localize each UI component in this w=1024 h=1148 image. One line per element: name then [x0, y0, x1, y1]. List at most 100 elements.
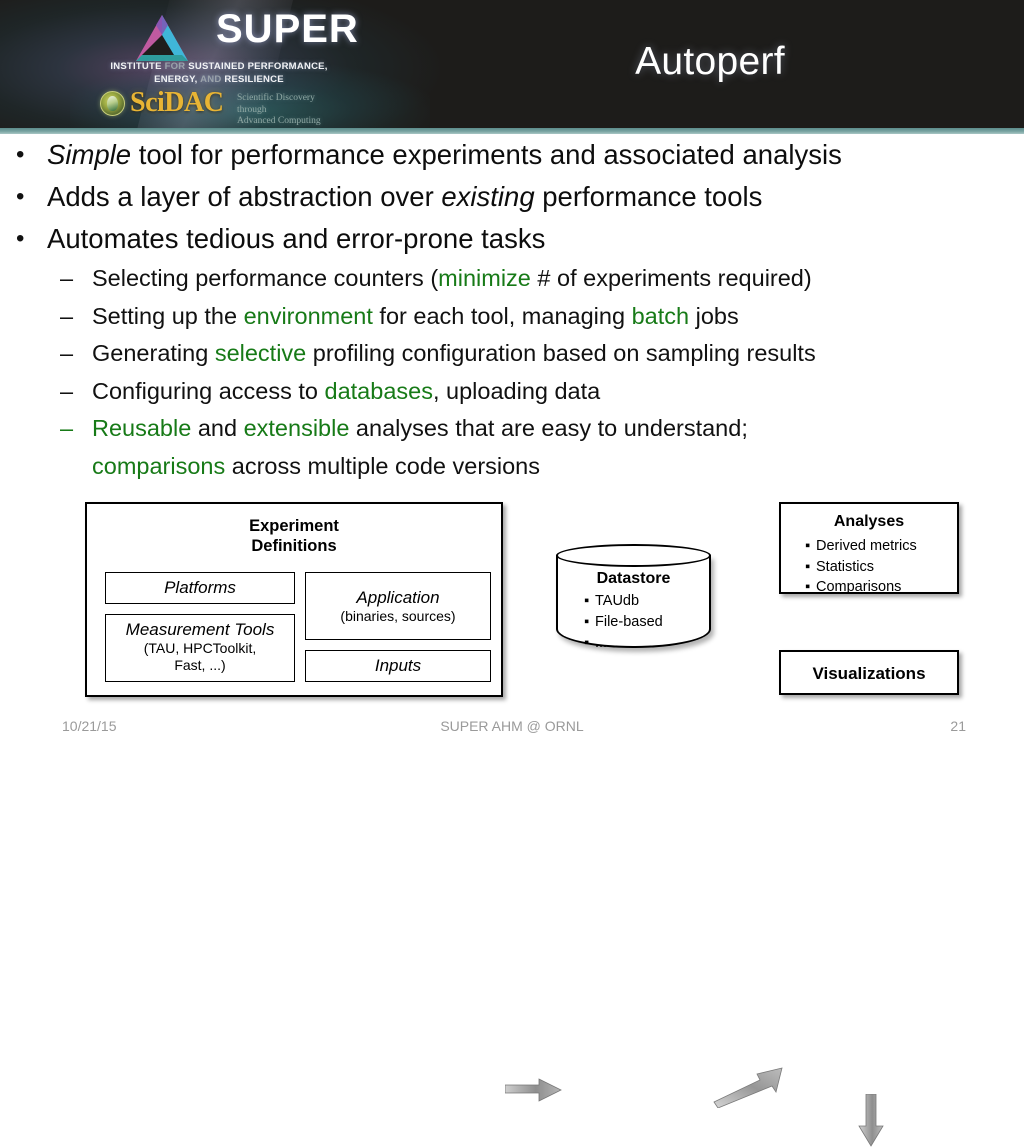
bullet-run-2: # of experiments required) — [530, 265, 812, 291]
super-logo: SUPER — [98, 7, 358, 65]
bullet-run-2: , uploading data — [432, 377, 601, 404]
tagline-energy: ENERGY, — [154, 73, 198, 85]
application-label: Application — [356, 588, 440, 607]
square-bullet-icon: ▪ — [805, 579, 811, 595]
bullet-run-1: selective — [214, 340, 307, 366]
tagline-for: FOR — [164, 61, 186, 72]
bullet-run-0: Reusable — [92, 415, 192, 441]
analyses-box: Analyses ▪ Derived metrics ▪ Statistics ▪ Com… — [779, 502, 959, 595]
bullet-run-5: comparisons — [92, 452, 226, 479]
bullet-run-0: Simple — [47, 139, 132, 170]
datastore-title: Datastore — [596, 570, 671, 587]
slide-body: • Simple tool for performance experiments… — [0, 134, 1024, 494]
square-bullet-icon: ▪ — [584, 614, 590, 630]
platforms-label: Platforms — [164, 578, 236, 597]
analyses-title: Analyses — [833, 513, 905, 530]
bullet-run-1: existing — [441, 181, 535, 212]
analyses-item-0: ▪ Derived metrics — [805, 536, 917, 557]
scidac-subtitle-line1: Scientific Discovery through — [237, 93, 315, 115]
slide-header: SUPER INSTITUTE FOR SUSTAINED PERFORMANC… — [0, 0, 1024, 134]
square-bullet-icon: ▪ — [584, 593, 590, 609]
datastore-item-1: ▪ File-based — [584, 612, 663, 633]
bullet-level1-2: • Automates tedious and error-prone tasks — [0, 218, 1024, 260]
measurement-tools-label: Measurement Tools — [125, 620, 275, 639]
datastore-cylinder: Datastore ▪ TAUdb ▪ File-based ▪... — [556, 544, 711, 659]
bullet-dash-glyph: – — [60, 377, 74, 404]
datastore-item-0: ▪ TAUdb — [584, 591, 663, 612]
bullet-run-0: Setting up the — [92, 302, 244, 329]
scidac-subtitle: Scientific Discovery through Advanced Co… — [237, 93, 340, 128]
bullet-run-0: Selecting performance counters ( — [92, 265, 439, 291]
bullet-run-1: minimize — [438, 265, 531, 291]
datastore-item-label: ... — [595, 635, 608, 651]
bullet-run-2: for each tool, managing — [372, 302, 632, 329]
bullet-dash-glyph: – — [60, 302, 74, 329]
arrow-analyses-to-visualizations — [858, 1094, 884, 1147]
exp-def-title-line2: Definitions — [251, 537, 337, 555]
bullet-run-3: analyses that are easy to understand; — [349, 415, 748, 441]
bullet-run-0: Automates tedious and error-prone tasks — [47, 223, 546, 254]
footer-event: SUPER AHM @ ORNL — [440, 718, 584, 734]
bullet-run-0: Configuring access to — [92, 377, 325, 404]
bullet-run-4: jobs — [689, 302, 739, 329]
datastore-item-list: ▪ TAUdb ▪ File-based ▪... — [584, 591, 663, 654]
bullet-run-2: profiling configuration based on samplin… — [306, 340, 816, 366]
inputs-box: Inputs — [305, 650, 491, 682]
bullet-run-2: performance tools — [534, 181, 763, 212]
platforms-box: Platforms — [105, 572, 295, 604]
bullet-run-0: Adds a layer of abstraction over — [47, 181, 442, 212]
analyses-item-label: Statistics — [816, 558, 875, 575]
bullet-dot-glyph: • — [16, 183, 25, 210]
tagline-resilience: RESILIENCE — [224, 73, 284, 85]
bullet-level2-1: – Setting up the environment for each too… — [0, 298, 1024, 336]
scidac-wordmark: SciDAC — [130, 87, 224, 118]
exp-def-title-line1: Experiment — [249, 517, 339, 535]
arrow-expdef-to-datastore — [505, 1078, 562, 1102]
bullet-run-1: databases — [324, 377, 433, 404]
application-box: Application (binaries, sources) — [305, 572, 491, 640]
bullet-level1-0: • Simple tool for performance experiments… — [0, 134, 1024, 176]
bullet-list-level2: – Selecting performance counters (minimiz… — [0, 260, 1024, 485]
measurement-tools-box: Measurement Tools (TAU, HPCToolkit, Fast… — [105, 614, 295, 682]
page-title: Autoperf — [635, 40, 785, 83]
analyses-item-label: Derived metrics — [816, 538, 917, 554]
inputs-label: Inputs — [374, 656, 422, 675]
square-bullet-icon: ▪ — [584, 635, 590, 651]
bullet-run-2: extensible — [243, 415, 350, 441]
tagline-sustained: SUSTAINED PERFORMANCE, — [188, 61, 328, 72]
bullet-run-6: across multiple code versions — [225, 452, 541, 479]
bullet-level2-3: – Configuring access to databases, upload… — [0, 373, 1024, 411]
bullet-run-1: tool for performance experiments and ass… — [131, 139, 842, 170]
bullet-level2-2: – Generating selective profiling configur… — [0, 335, 1024, 373]
doe-seal-inner-icon — [107, 96, 118, 111]
bullet-run-1: and — [191, 415, 244, 441]
bullet-run-0: Generating — [92, 340, 215, 366]
experiment-definitions-box: Experiment Definitions Platforms Measure… — [85, 502, 503, 697]
application-sub: (binaries, sources) — [340, 608, 456, 624]
datastore-top-ellipse — [556, 544, 711, 567]
visualizations-label: Visualizations — [812, 664, 926, 683]
scidac-subtitle-line2: Advanced Computing — [237, 116, 321, 126]
bullet-dash-glyph: – — [60, 415, 74, 441]
analyses-item-1: ▪ Statistics — [805, 557, 917, 578]
datastore-item-label: File-based — [595, 614, 663, 630]
footer-page-number: 21 — [950, 718, 966, 734]
bullet-dash-glyph: – — [60, 265, 74, 291]
tagline-and: AND — [200, 73, 222, 85]
analyses-item-label: Comparisons — [816, 579, 902, 595]
bullet-dash-glyph: – — [60, 340, 74, 366]
experiment-definitions-title: Experiment Definitions — [87, 516, 501, 556]
bullet-dot-glyph: • — [16, 225, 25, 252]
bullet-list-level1: • Simple tool for performance experiments… — [0, 134, 1024, 260]
square-bullet-icon: ▪ — [805, 558, 811, 575]
analyses-item-2: ▪ Comparisons — [805, 577, 917, 598]
super-wordmark: SUPER — [216, 7, 359, 51]
visualizations-box: Visualizations — [779, 650, 959, 695]
tagline-institute: INSTITUTE — [110, 61, 162, 72]
architecture-diagram: Experiment Definitions Platforms Measure… — [0, 492, 1024, 1147]
bullet-level1-1: • Adds a layer of abstraction over existi… — [0, 176, 1024, 218]
scidac-logo: SciDAC Scientific Discovery through Adva… — [100, 87, 340, 126]
doe-seal-icon — [100, 91, 125, 116]
datastore-item-label: TAUdb — [595, 593, 640, 609]
bullet-run-1: environment — [243, 302, 373, 329]
